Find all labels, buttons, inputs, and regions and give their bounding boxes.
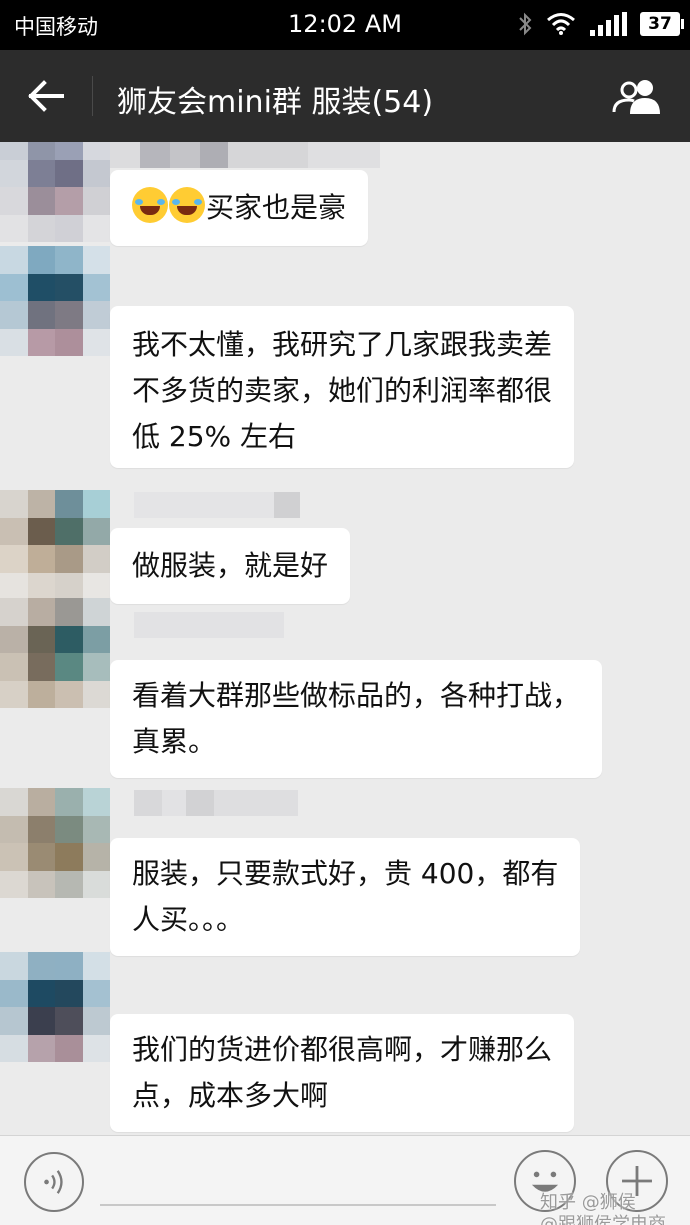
message-bubble[interactable]: 我不太懂，我研究了几家跟我卖差 不多货的卖家，她们的利润率都很 低 25% 左右 [110, 306, 575, 468]
status-icons: 37 [516, 12, 684, 36]
watermark: 知乎 @狮侯 @跟狮侯学电商 [540, 1192, 666, 1225]
tears-of-joy-emoji [132, 187, 168, 223]
input-bar: 知乎 @狮侯 @跟狮侯学电商 [0, 1135, 690, 1225]
tears-of-joy-emoji [169, 187, 205, 223]
message-bubble[interactable]: 服装，只要款式好，贵 400，都有 人买。。。 [110, 838, 581, 956]
watermark-line-2: @跟狮侯学电商 [540, 1214, 666, 1225]
chat-title: 狮友会mini群 服装(54) [117, 85, 434, 120]
battery-icon: 37 [640, 12, 684, 36]
message-text: 低 25% 左右 [132, 420, 297, 453]
sender-name [134, 492, 300, 518]
message-text: 买家也是豪 [206, 191, 347, 224]
voice-icon[interactable] [24, 1152, 84, 1212]
avatar[interactable] [0, 952, 110, 1062]
message-text: 不多货的卖家，她们的利润率都很 [132, 374, 553, 407]
message-text: 我不太懂，我研究了几家跟我卖差 [132, 328, 553, 361]
message-list[interactable]: 买家也是豪 我不太懂，我研究了几家跟我卖差 不多货的卖家，她们的利润率都很 低 … [0, 142, 690, 1135]
avatar[interactable] [0, 788, 110, 898]
bluetooth-icon [519, 12, 532, 36]
message-text: 服装，只要款式好，贵 400，都有 [132, 857, 559, 890]
message-bubble[interactable]: 买家也是豪 [110, 170, 369, 246]
sender-name [134, 790, 298, 816]
avatar[interactable] [0, 142, 110, 242]
message-text: 我们的货进价都很高啊，才赚那么 [132, 1033, 553, 1066]
avatar[interactable] [0, 598, 110, 708]
watermark-line-1: 知乎 @狮侯 [540, 1192, 636, 1213]
chat-header: 狮友会mini群 服装(54) [0, 50, 690, 142]
avatar[interactable] [0, 490, 110, 600]
message-text: 真累。 [132, 725, 217, 758]
group-members-icon[interactable] [610, 78, 664, 114]
wifi-icon [547, 13, 575, 35]
message-text: 看着大群那些做标品的，各种打战， [132, 679, 581, 712]
message-bubble[interactable]: 做服装，就是好 [110, 528, 351, 604]
signal-icon [590, 12, 627, 36]
message-bubble[interactable]: 看着大群那些做标品的，各种打战， 真累。 [110, 660, 603, 778]
message-text: 人买。。。 [132, 903, 245, 936]
avatar[interactable] [0, 246, 110, 356]
arrow-left-icon[interactable] [28, 80, 64, 112]
message-input[interactable] [100, 1204, 496, 1206]
sender-name [134, 612, 284, 638]
header-divider [92, 76, 93, 116]
status-bar: 中国移动 12:02 AM 37 [0, 0, 690, 50]
message-text: 点，成本多大啊 [132, 1079, 329, 1112]
message-text: 做服装，就是好 [132, 549, 329, 582]
sender-name [110, 142, 380, 168]
message-bubble[interactable]: 我们的货进价都很高啊，才赚那么 点，成本多大啊 [110, 1014, 575, 1132]
